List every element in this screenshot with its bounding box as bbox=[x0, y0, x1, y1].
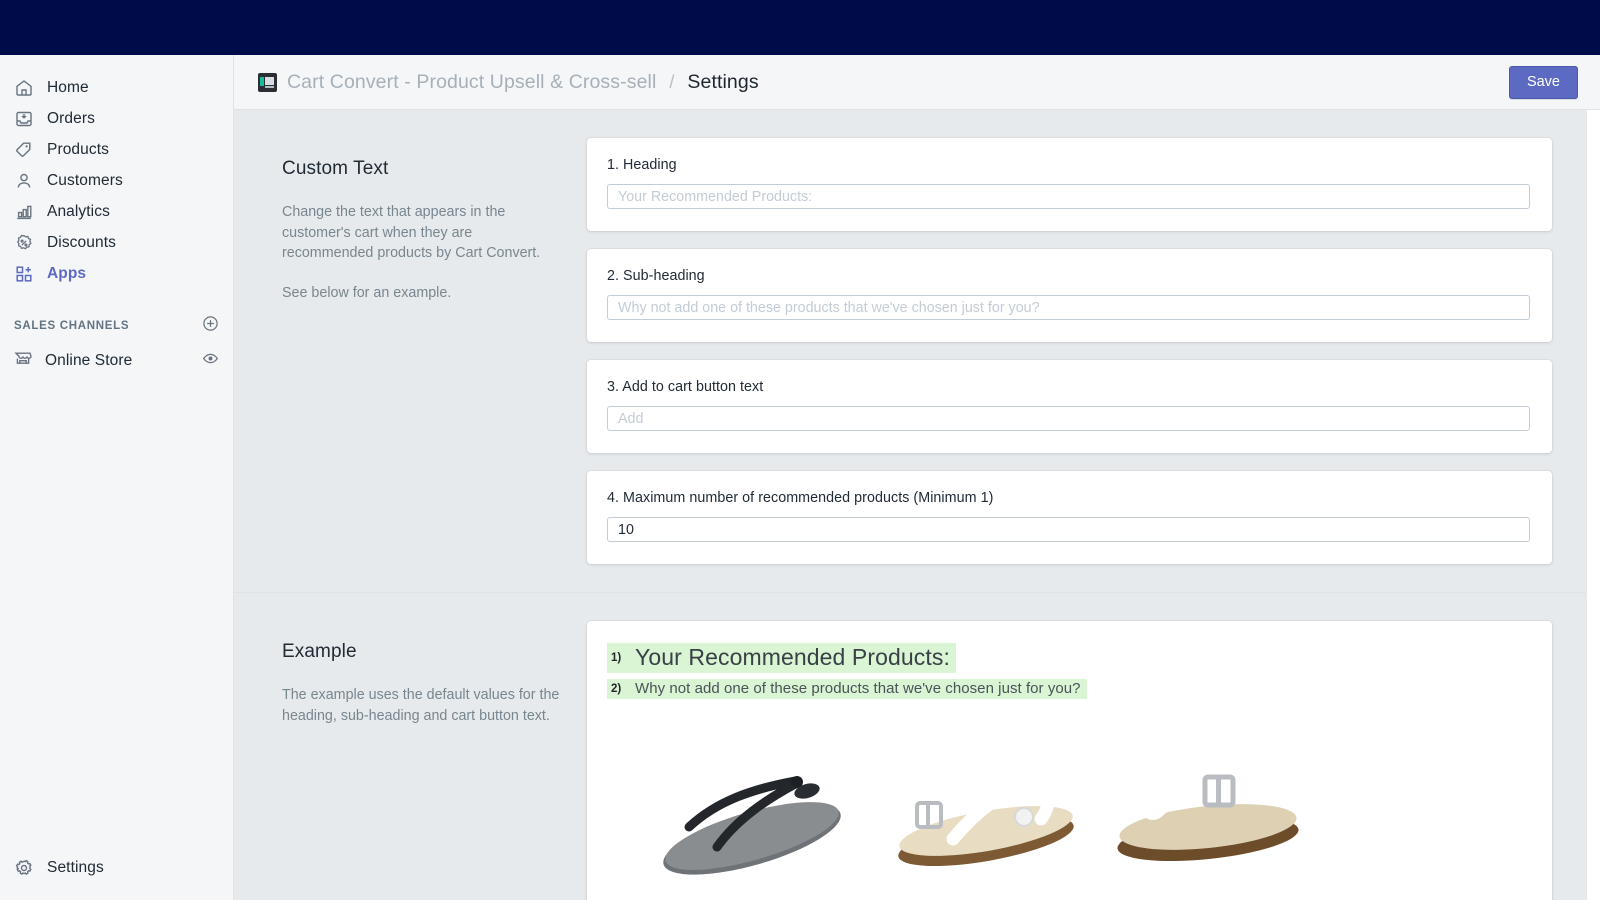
orders-inbox-icon bbox=[13, 108, 35, 130]
main-content: Cart Convert - Product Upsell & Cross-se… bbox=[234, 55, 1600, 900]
heading-field-card: 1. Heading bbox=[587, 138, 1552, 231]
field-label: 3. Add to cart button text bbox=[607, 379, 1530, 395]
sidebar-footer: Settings bbox=[0, 852, 233, 883]
sidebar-item-customers[interactable]: Customers bbox=[0, 165, 233, 196]
sales-channels-title: SALES CHANNELS bbox=[14, 320, 129, 332]
sidebar-item-label: Products bbox=[47, 141, 109, 159]
subheading-field-card: 2. Sub-heading bbox=[587, 249, 1552, 342]
section-title: Example bbox=[282, 641, 561, 663]
page-header: Cart Convert - Product Upsell & Cross-se… bbox=[234, 55, 1600, 110]
field-label: 1. Heading bbox=[607, 157, 1530, 173]
sidebar-item-label: Discounts bbox=[47, 234, 116, 252]
sidebar-item-label: Orders bbox=[47, 110, 95, 128]
home-icon bbox=[13, 77, 35, 99]
example-heading-highlight: 1) Your Recommended Products: bbox=[607, 643, 956, 673]
gear-icon bbox=[13, 857, 35, 879]
product-image-white-thong-cork-sandal bbox=[877, 741, 1107, 891]
eye-icon[interactable] bbox=[202, 350, 219, 372]
breadcrumb: Cart Convert - Product Upsell & Cross-se… bbox=[258, 71, 1509, 94]
max-recommended-products-input[interactable] bbox=[607, 517, 1530, 542]
section-description: The example uses the default values for … bbox=[282, 685, 561, 726]
max-products-field-card: 4. Maximum number of recommended product… bbox=[587, 471, 1552, 564]
example-marker: 2) bbox=[611, 683, 635, 695]
custom-text-form: 1. Heading 2. Sub-heading 3. Add to cart… bbox=[587, 138, 1552, 564]
subheading-input[interactable] bbox=[607, 295, 1530, 320]
bar-chart-icon bbox=[13, 201, 35, 223]
add-to-cart-button-text-input[interactable] bbox=[607, 406, 1530, 431]
sidebar-item-discounts[interactable]: Discounts bbox=[0, 227, 233, 258]
description-paragraph: Change the text that appears in the cust… bbox=[282, 202, 561, 264]
field-label: 4. Maximum number of recommended product… bbox=[607, 490, 1530, 506]
field-label: 2. Sub-heading bbox=[607, 268, 1530, 284]
sidebar-item-online-store[interactable]: Online Store bbox=[0, 345, 233, 376]
product-image-white-buckle-slide bbox=[1107, 741, 1337, 891]
settings-scroll-area: Custom Text Change the text that appears… bbox=[234, 110, 1600, 900]
plus-circle-icon[interactable] bbox=[202, 315, 219, 337]
save-button[interactable]: Save bbox=[1509, 66, 1578, 99]
sales-channels-header: SALES CHANNELS bbox=[0, 313, 233, 339]
sales-channels-list: Online Store bbox=[0, 345, 233, 376]
product-image-black-flip-flop bbox=[647, 741, 877, 891]
sidebar-item-products[interactable]: Products bbox=[0, 134, 233, 165]
example-marker: 1) bbox=[611, 652, 635, 664]
example-heading-line: 1) Your Recommended Products: bbox=[607, 643, 1528, 673]
top-navigation-bar bbox=[0, 0, 1600, 55]
shopify-admin-page: Home Orders bbox=[0, 0, 1600, 900]
heading-input[interactable] bbox=[607, 184, 1530, 209]
page-title: Settings bbox=[687, 71, 758, 94]
sidebar-item-apps[interactable]: Apps bbox=[0, 258, 233, 289]
cart-convert-app-icon bbox=[258, 73, 277, 92]
custom-text-description: Custom Text Change the text that appears… bbox=[282, 138, 587, 564]
breadcrumb-separator: / bbox=[669, 72, 674, 93]
sidebar-item-label: Customers bbox=[47, 172, 123, 190]
description-paragraph: The example uses the default values for … bbox=[282, 685, 561, 726]
add-to-cart-text-field-card: 3. Add to cart button text bbox=[587, 360, 1552, 453]
custom-text-section: Custom Text Change the text that appears… bbox=[234, 110, 1600, 592]
apps-grid-plus-icon bbox=[13, 263, 35, 285]
example-subheading-highlight: 2) Why not add one of these products tha… bbox=[607, 679, 1087, 699]
example-preview-card: 1) Your Recommended Products: 2) Why not… bbox=[587, 621, 1552, 900]
breadcrumb-app-name[interactable]: Cart Convert - Product Upsell & Cross-se… bbox=[287, 71, 656, 94]
sidebar-item-orders[interactable]: Orders bbox=[0, 103, 233, 134]
sidebar-item-settings[interactable]: Settings bbox=[0, 852, 233, 883]
sidebar: Home Orders bbox=[0, 55, 234, 900]
example-subheading-line: 2) Why not add one of these products tha… bbox=[607, 679, 1528, 699]
example-product-images bbox=[607, 741, 1528, 891]
discount-percent-icon bbox=[13, 232, 35, 254]
section-description: Change the text that appears in the cust… bbox=[282, 202, 561, 303]
example-description: Example The example uses the default val… bbox=[282, 621, 587, 900]
sidebar-item-label: Settings bbox=[47, 859, 104, 877]
vertical-scrollbar[interactable] bbox=[1586, 110, 1600, 900]
example-preview-column: 1) Your Recommended Products: 2) Why not… bbox=[587, 621, 1552, 900]
sidebar-item-label: Online Store bbox=[45, 352, 190, 370]
example-heading-text: Your Recommended Products: bbox=[635, 644, 950, 671]
example-section: Example The example uses the default val… bbox=[234, 592, 1600, 900]
section-title: Custom Text bbox=[282, 158, 561, 180]
person-icon bbox=[13, 170, 35, 192]
sidebar-item-label: Analytics bbox=[47, 203, 110, 221]
sidebar-item-label: Apps bbox=[47, 265, 86, 283]
example-subheading-text: Why not add one of these products that w… bbox=[635, 680, 1081, 697]
storefront-icon bbox=[13, 348, 33, 373]
sidebar-item-label: Home bbox=[47, 79, 89, 97]
sidebar-item-home[interactable]: Home bbox=[0, 72, 233, 103]
sidebar-item-analytics[interactable]: Analytics bbox=[0, 196, 233, 227]
description-paragraph: See below for an example. bbox=[282, 283, 561, 304]
tag-icon bbox=[13, 139, 35, 161]
